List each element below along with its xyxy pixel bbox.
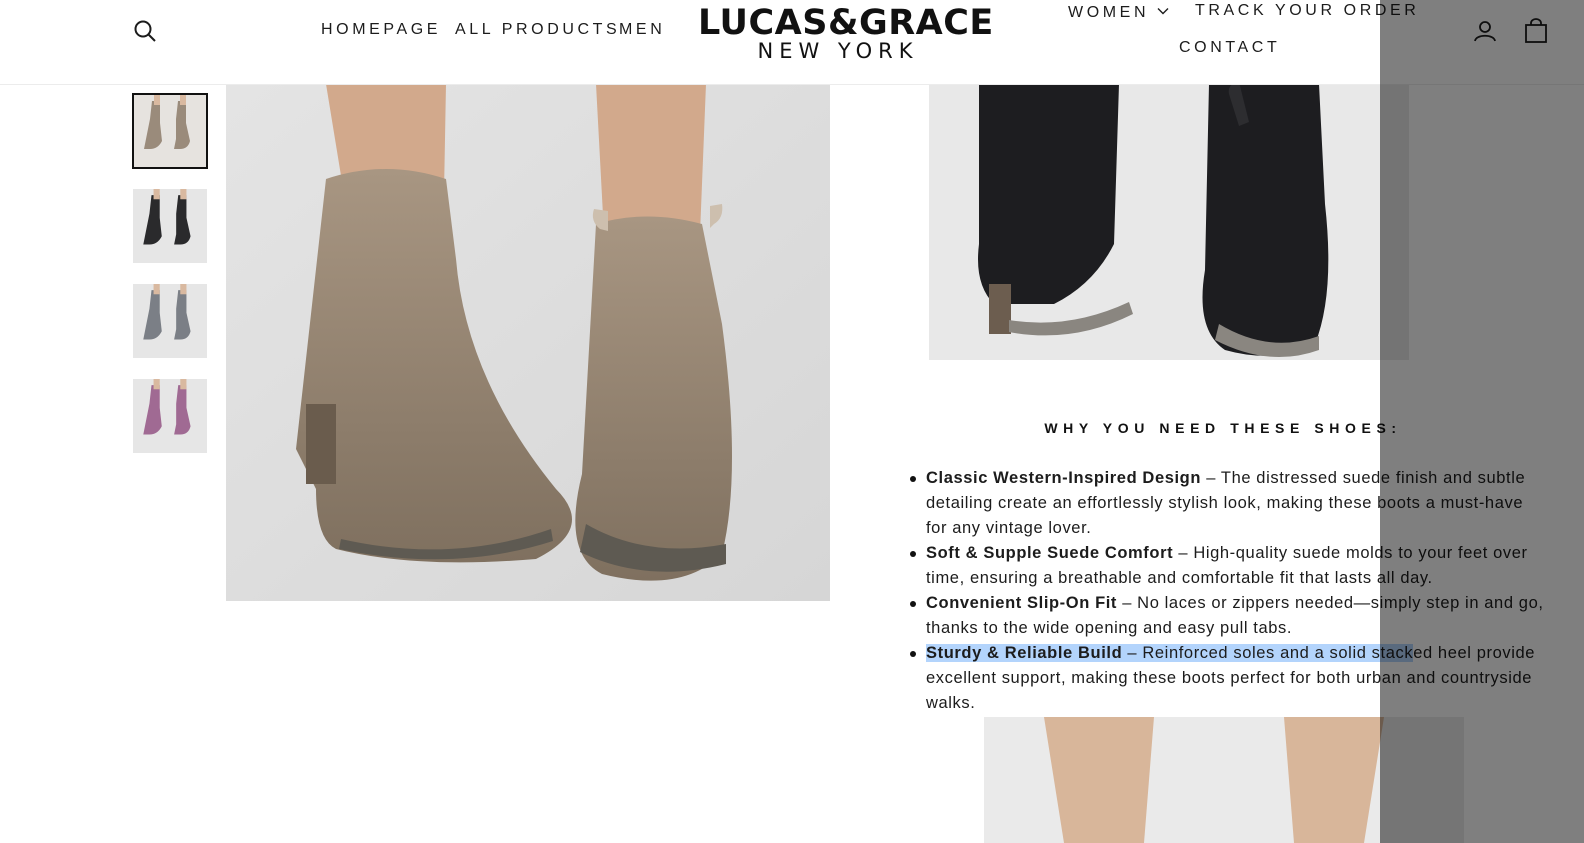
taupe-boots-photo — [226, 84, 830, 601]
boot-thumbnail-image — [133, 189, 207, 263]
boot-thumbnail-image — [133, 379, 207, 453]
chevron-down-icon — [1157, 2, 1169, 20]
boot-thumbnail-image — [134, 95, 206, 167]
feature-text-selected: – Reinforced soles and a solid stack — [1122, 644, 1414, 662]
nav-all-products[interactable]: ALL PRODUCTS — [455, 21, 620, 39]
site-header: HOMEPAGE ALL PRODUCTS MEN LUCAS&GRACE NE… — [0, 0, 1584, 85]
black-boots-photo — [929, 84, 1409, 360]
feature-title: Classic Western-Inspired Design — [926, 469, 1202, 487]
thumbnail-grey[interactable] — [133, 284, 207, 358]
feature-title: Convenient Slip-On Fit — [926, 594, 1118, 612]
nav-women-label: WOMEN — [1068, 4, 1150, 21]
description-image-black-boots — [929, 84, 1409, 360]
logo-location: NEW YORK — [757, 39, 919, 63]
dim-overlay[interactable] — [1380, 0, 1584, 843]
feature-title: Soft & Supple Suede Comfort — [926, 544, 1174, 562]
feature-title: Sturdy & Reliable Build — [926, 644, 1123, 662]
nav-contact[interactable]: CONTACT — [1179, 39, 1280, 57]
store-logo[interactable]: LUCAS&GRACE NEW YORK — [698, 3, 994, 63]
nav-women[interactable]: WOMEN — [1068, 2, 1169, 22]
logo-wordmark: LUCAS&GRACE — [698, 3, 994, 43]
nav-men[interactable]: MEN — [619, 21, 665, 39]
thumbnail-pink[interactable] — [133, 379, 207, 453]
search-icon[interactable] — [133, 19, 157, 48]
thumbnail-taupe[interactable] — [132, 93, 208, 169]
thumbnail-black[interactable] — [133, 189, 207, 263]
nav-homepage[interactable]: HOMEPAGE — [321, 21, 441, 39]
boot-thumbnail-image — [133, 284, 207, 358]
main-product-image[interactable] — [226, 84, 830, 601]
